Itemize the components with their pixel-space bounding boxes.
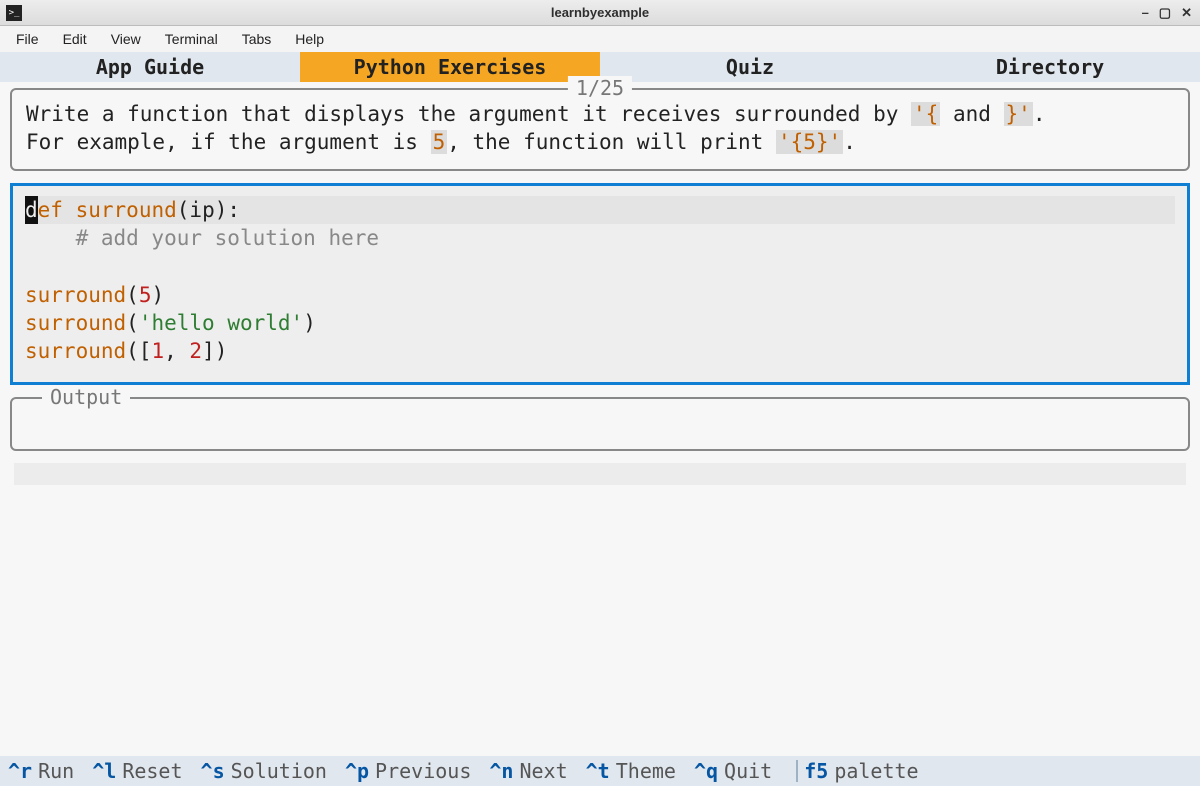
shortcut-label: Previous <box>375 759 471 783</box>
editor-cursor: d <box>25 196 38 224</box>
menu-file[interactable]: File <box>6 29 49 49</box>
token-function: surround <box>76 198 177 222</box>
window-titlebar: learnbyexample – ▢ ✕ <box>0 0 1200 26</box>
output-panel: Output <box>10 397 1190 451</box>
question-segment: , the function will print <box>447 130 776 154</box>
question-literal: 5 <box>431 130 448 154</box>
token-function: surround <box>25 283 126 307</box>
menubar: File Edit View Terminal Tabs Help <box>0 26 1200 52</box>
terminal-icon <box>6 5 22 21</box>
token: ( <box>177 198 190 222</box>
question-literal: '{ <box>911 102 940 126</box>
question-literal: }' <box>1004 102 1033 126</box>
footer-shortcuts: ^rRun ^lReset ^sSolution ^pPrevious ^nNe… <box>0 756 1200 786</box>
shortcut-label: Run <box>38 759 74 783</box>
progress-counter: 1/25 <box>568 76 632 100</box>
token-function: surround <box>25 339 126 363</box>
shortcut-reset[interactable]: ^lReset <box>92 759 182 783</box>
token-comment: # add your solution here <box>76 226 379 250</box>
minimize-icon[interactable]: – <box>1142 5 1149 21</box>
question-panel: 1/25 Write a function that displays the … <box>10 88 1190 171</box>
code-editor[interactable]: def surround(ip): # add your solution he… <box>10 183 1190 385</box>
token-keyword: ef <box>38 198 63 222</box>
close-icon[interactable]: ✕ <box>1181 5 1192 21</box>
shortcut-key: ^s <box>201 759 225 783</box>
tab-python-exercises[interactable]: Python Exercises <box>300 52 600 82</box>
shortcut-previous[interactable]: ^pPrevious <box>345 759 471 783</box>
menu-view[interactable]: View <box>101 29 151 49</box>
token <box>63 198 76 222</box>
question-segment: . <box>843 130 856 154</box>
question-segment: . <box>1033 102 1046 126</box>
shortcut-label: Theme <box>616 759 676 783</box>
app-root: App Guide Python Exercises Quiz Director… <box>0 52 1200 786</box>
tab-quiz[interactable]: Quiz <box>600 52 900 82</box>
shortcut-label: Reset <box>122 759 182 783</box>
token-number: 1 <box>151 339 164 363</box>
shortcut-key: f5 <box>804 759 828 783</box>
token: ([ <box>126 339 151 363</box>
token <box>25 226 76 250</box>
shortcut-key: ^r <box>8 759 32 783</box>
question-segment: For example, if the argument is <box>26 130 431 154</box>
token: ( <box>126 283 139 307</box>
window-title: learnbyexample <box>0 5 1200 20</box>
menu-terminal[interactable]: Terminal <box>155 29 228 49</box>
token: , <box>164 339 189 363</box>
shortcut-key: ^t <box>586 759 610 783</box>
window-controls: – ▢ ✕ <box>1142 5 1200 21</box>
code-content: def surround(ip): # add your solution he… <box>25 196 1175 366</box>
question-segment: and <box>940 102 1003 126</box>
tab-directory[interactable]: Directory <box>900 52 1200 82</box>
token: : <box>227 198 240 222</box>
shortcut-label: Next <box>519 759 567 783</box>
shortcut-next[interactable]: ^nNext <box>489 759 567 783</box>
token-number: 2 <box>189 339 202 363</box>
shortcut-label: Quit <box>724 759 772 783</box>
shortcut-quit[interactable]: ^qQuit <box>694 759 772 783</box>
shortcut-theme[interactable]: ^tTheme <box>586 759 676 783</box>
output-label: Output <box>42 385 130 409</box>
footer-separator <box>796 760 798 782</box>
token-number: 5 <box>139 283 152 307</box>
token-string: 'hello world' <box>139 311 303 335</box>
tab-app-guide[interactable]: App Guide <box>0 52 300 82</box>
question-literal: '{5}' <box>776 130 843 154</box>
shortcut-key: ^p <box>345 759 369 783</box>
token-function: surround <box>25 311 126 335</box>
shortcut-label: palette <box>834 759 918 783</box>
question-segment: Write a function that displays the argum… <box>26 102 911 126</box>
token: ) <box>303 311 316 335</box>
token: ]) <box>202 339 227 363</box>
token: ip <box>189 198 214 222</box>
maximize-icon[interactable]: ▢ <box>1159 5 1171 21</box>
token: ) <box>215 198 228 222</box>
shortcut-key: ^n <box>489 759 513 783</box>
token: ) <box>151 283 164 307</box>
shortcut-run[interactable]: ^rRun <box>8 759 74 783</box>
status-strip <box>14 463 1186 485</box>
menu-help[interactable]: Help <box>285 29 334 49</box>
shortcut-label: Solution <box>231 759 327 783</box>
shortcut-palette[interactable]: f5palette <box>804 759 918 783</box>
shortcut-solution[interactable]: ^sSolution <box>201 759 327 783</box>
token: ( <box>126 311 139 335</box>
menu-edit[interactable]: Edit <box>53 29 97 49</box>
shortcut-key: ^q <box>694 759 718 783</box>
token <box>25 254 38 278</box>
question-text: Write a function that displays the argum… <box>26 100 1174 157</box>
menu-tabs[interactable]: Tabs <box>232 29 282 49</box>
shortcut-key: ^l <box>92 759 116 783</box>
